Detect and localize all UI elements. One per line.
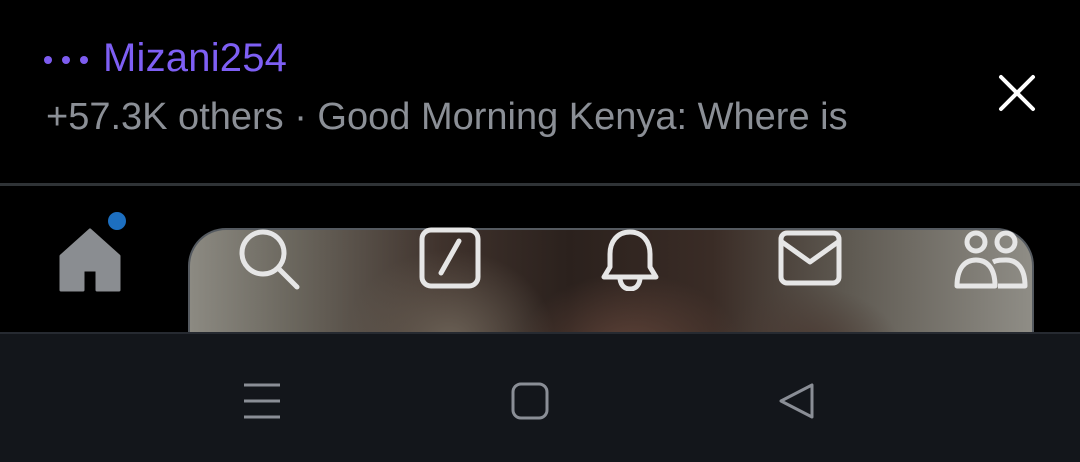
tab-search[interactable] <box>236 226 302 292</box>
home-icon <box>59 228 121 292</box>
back-triangle-icon <box>779 383 814 419</box>
space-banner[interactable]: Mizani254 +57.3K others · Good Morning K… <box>0 0 1080 183</box>
more-dots-icon <box>44 56 88 64</box>
bell-icon <box>601 229 659 291</box>
tab-communities[interactable] <box>953 226 1029 292</box>
recents-button[interactable] <box>240 379 284 423</box>
system-home-button[interactable] <box>508 379 552 423</box>
close-icon <box>999 75 1035 111</box>
people-icon <box>954 230 1028 289</box>
notification-badge <box>106 210 128 232</box>
grok-icon <box>419 227 481 289</box>
tab-messages[interactable] <box>777 226 843 290</box>
mail-icon <box>778 230 842 286</box>
tab-grok[interactable] <box>418 226 482 290</box>
close-space-button[interactable] <box>990 66 1044 120</box>
tab-home[interactable] <box>56 226 124 292</box>
square-icon <box>511 382 549 420</box>
system-navigation-bar <box>0 332 1080 462</box>
space-listeners-title: +57.3K others · Good Morning Kenya: Wher… <box>46 96 848 138</box>
space-host-name: Mizani254 <box>103 36 288 80</box>
back-button[interactable] <box>774 379 818 423</box>
tab-notifications[interactable] <box>598 226 662 292</box>
menu-lines-icon <box>244 383 280 419</box>
search-icon <box>239 229 300 290</box>
